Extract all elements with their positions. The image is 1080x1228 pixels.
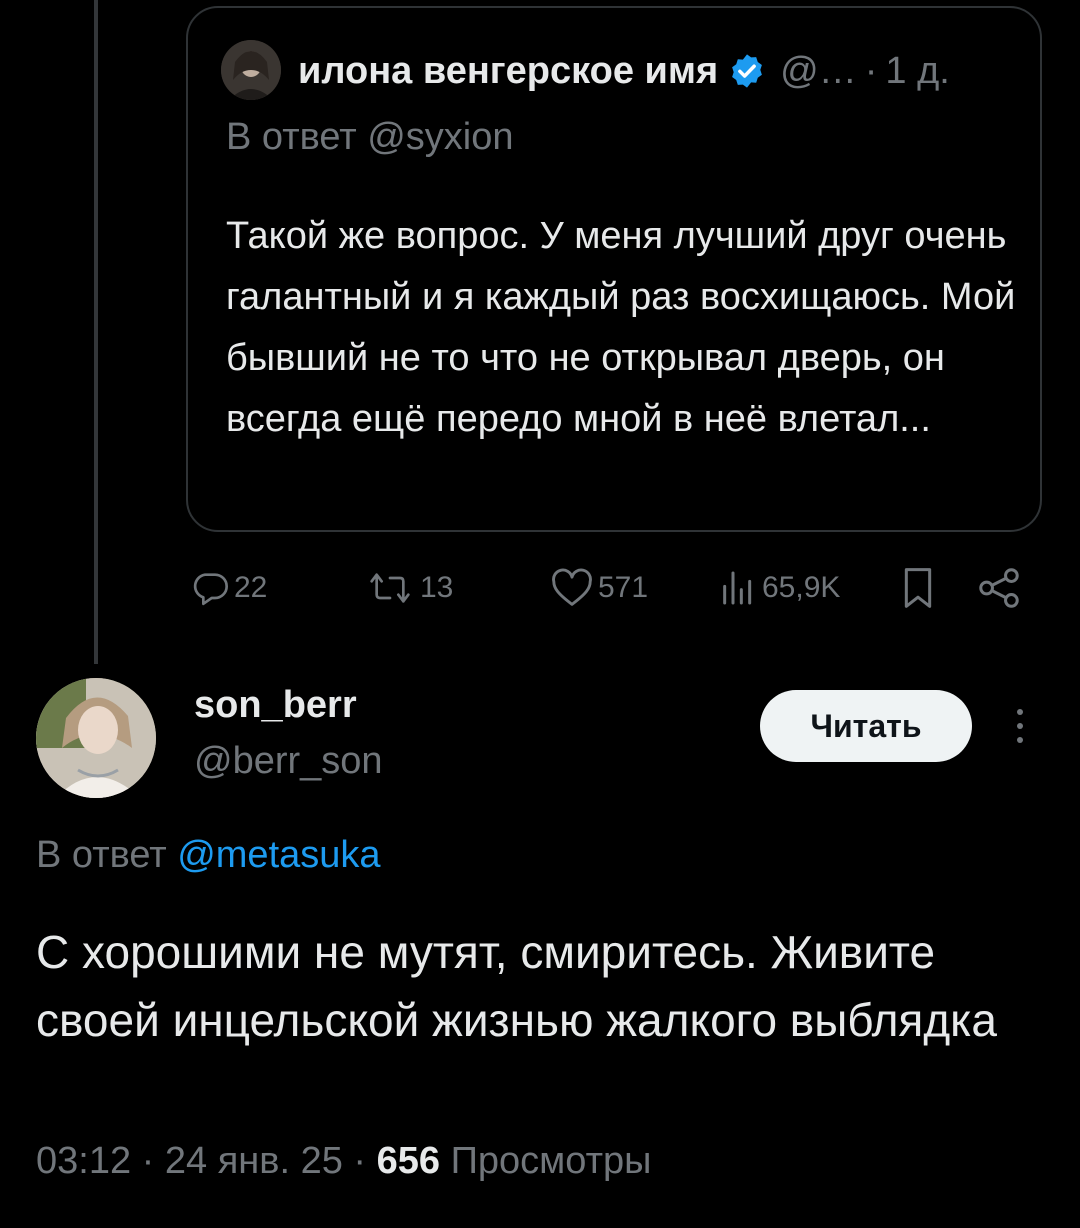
- quoted-author-handle[interactable]: @…: [780, 50, 857, 93]
- views-action[interactable]: 65,9K: [718, 566, 840, 610]
- reply-to-mention-link[interactable]: @metasuka: [177, 834, 380, 876]
- follow-button[interactable]: Читать: [760, 690, 972, 762]
- quoted-tweet-text: Такой же вопрос. У меня лучший друг очен…: [226, 215, 1016, 440]
- retweet-action[interactable]: 13: [364, 566, 453, 610]
- verified-badge-icon: [732, 54, 763, 88]
- views-chart-icon: [723, 571, 752, 605]
- main-tweet-text: С хорошими не мутят, смиритесь. Живите с…: [36, 926, 997, 1046]
- views-count: 65,9K: [762, 571, 841, 604]
- separator-dot: ·: [131, 1140, 165, 1182]
- quoted-author-avatar[interactable]: [221, 40, 281, 100]
- reply-count: 22: [234, 571, 268, 604]
- thread-connector-line: [94, 0, 98, 664]
- share-button[interactable]: [976, 566, 1022, 610]
- reply-to-prefix: В ответ: [36, 834, 178, 876]
- tweet-date[interactable]: 24 янв. 25: [165, 1140, 343, 1182]
- main-author-handle[interactable]: @berr_son: [194, 740, 383, 783]
- tweet-time[interactable]: 03:12: [36, 1140, 131, 1182]
- heart-icon: [552, 568, 592, 606]
- bookmark-button[interactable]: [898, 566, 938, 610]
- quoted-tweet-time[interactable]: 1 д.: [885, 50, 949, 93]
- retweet-icon: [370, 573, 410, 603]
- main-author-name[interactable]: son_berr: [194, 684, 357, 727]
- views-label: Просмотры: [450, 1140, 652, 1182]
- like-action[interactable]: 571: [550, 566, 648, 610]
- more-vertical-icon[interactable]: [1008, 704, 1032, 748]
- quoted-reply-to: В ответ @syxion: [226, 116, 514, 158]
- separator-dot: ·: [342, 1140, 377, 1182]
- quoted-tweet-header: илона венгерское имя @… · 1 д.: [298, 46, 950, 96]
- views-total[interactable]: 656: [377, 1140, 440, 1182]
- main-reply-to: В ответ @metasuka: [36, 834, 381, 877]
- separator-dot: ·: [864, 49, 878, 92]
- quoted-author-name[interactable]: илона венгерское имя: [298, 50, 718, 93]
- tweet-meta-line: 03:12 · 24 янв. 25 · 656 Просмотры: [36, 1140, 651, 1183]
- reply-action[interactable]: 22: [190, 566, 267, 610]
- bookmark-icon: [904, 568, 932, 608]
- share-icon: [979, 568, 1019, 608]
- reply-icon: [193, 573, 228, 606]
- retweet-count: 13: [420, 571, 454, 604]
- like-count: 571: [598, 571, 649, 604]
- main-author-avatar[interactable]: [36, 678, 156, 798]
